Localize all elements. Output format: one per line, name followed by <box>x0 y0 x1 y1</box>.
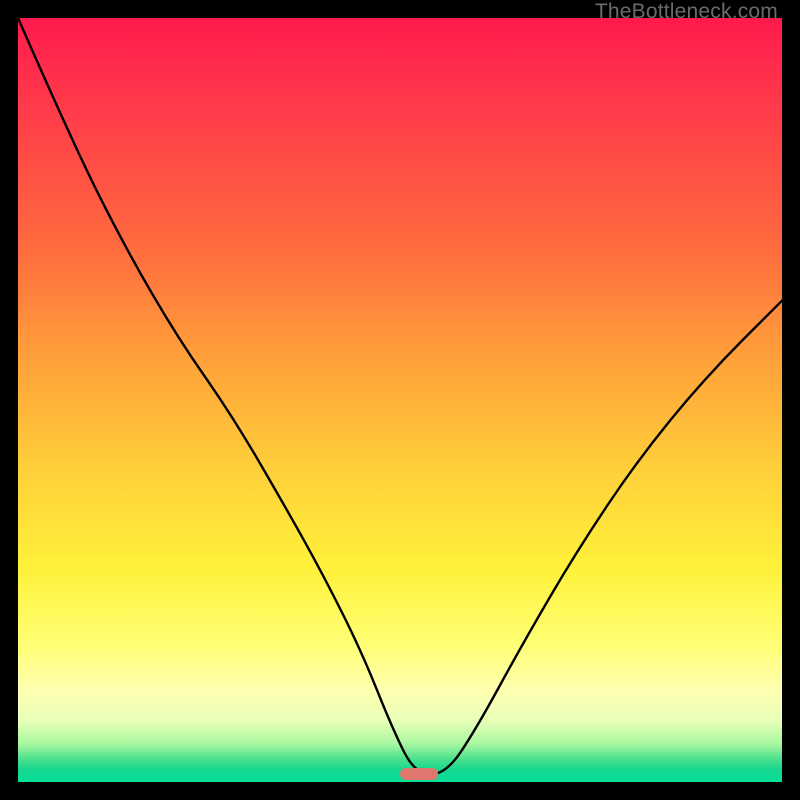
plot-area <box>18 18 782 782</box>
bottleneck-curve <box>18 18 782 782</box>
minimum-marker <box>400 768 438 780</box>
chart-frame: TheBottleneck.com <box>0 0 800 800</box>
